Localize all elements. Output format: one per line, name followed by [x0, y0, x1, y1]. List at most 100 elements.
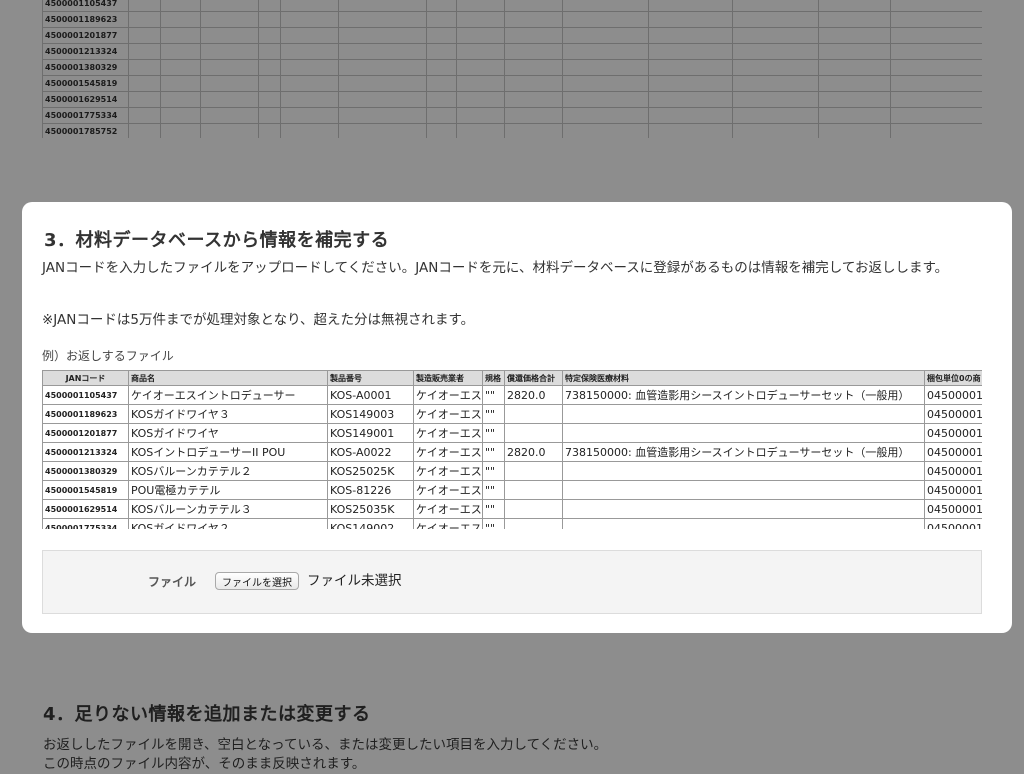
- file-label: ファイル: [148, 575, 197, 589]
- background-empty-cell: [128, 107, 161, 124]
- background-empty-cell: [200, 0, 259, 12]
- table-cell: "": [482, 480, 505, 500]
- background-empty-cell: [456, 27, 505, 44]
- background-jan-cell: 4500001785752: [42, 123, 129, 138]
- background-jan-cell: 4500001213324: [42, 43, 129, 60]
- background-jan-cell: 4500001189623: [42, 11, 129, 28]
- background-empty-cell: [456, 11, 505, 28]
- table-cell: KOS149001: [327, 423, 414, 443]
- background-empty-cell: [562, 75, 649, 92]
- table-cell: ケイオーエスイントロデューサー: [128, 385, 328, 405]
- table-cell: 4500001380329: [42, 461, 129, 481]
- background-empty-cell: [426, 123, 457, 138]
- background-empty-cell: [280, 59, 339, 76]
- background-empty-cell: [890, 11, 982, 28]
- table-cell: [562, 518, 925, 529]
- background-empty-cell: [160, 91, 201, 108]
- background-empty-cell: [258, 123, 281, 138]
- background-empty-cell: [456, 75, 505, 92]
- table-cell: KOS-A0001: [327, 385, 414, 405]
- background-empty-cell: [562, 123, 649, 138]
- background-empty-cell: [280, 27, 339, 44]
- background-empty-cell: [200, 43, 259, 60]
- table-row: 4500001189623 KOSガイドワイヤ３ KOS149003 ケイオーエス ""…: [42, 404, 982, 424]
- background-jan-table: 4500001105437 4500001189623 4500001201877 4…: [42, 0, 982, 138]
- background-empty-cell: [890, 27, 982, 44]
- table-cell: 0450000154: [924, 480, 982, 500]
- table-cell: [504, 499, 563, 519]
- table-cell: 0450000120: [924, 423, 982, 443]
- background-empty-cell: [504, 91, 563, 108]
- table-cell: 2820.0: [504, 442, 563, 462]
- background-empty-cell: [732, 27, 819, 44]
- background-empty-cell: [562, 0, 649, 12]
- file-upload-area: ファイル ファイルを選択 ファイル未選択: [42, 550, 982, 614]
- background-empty-cell: [426, 0, 457, 12]
- background-empty-cell: [338, 0, 427, 12]
- example-label: 例）お返しするファイル: [42, 349, 174, 363]
- table-row: 4500001380329 KOSバルーンカテテル２ KOS25025K ケイオーエス…: [42, 461, 982, 481]
- background-empty-cell: [648, 59, 733, 76]
- background-empty-cell: [280, 43, 339, 60]
- background-empty-cell: [258, 0, 281, 12]
- table-row: 4500001105437 ケイオーエスイントロデューサー KOS-A0001 ケイオ…: [42, 385, 982, 405]
- column-header: 規格: [482, 370, 505, 386]
- background-empty-cell: [258, 11, 281, 28]
- background-empty-cell: [426, 11, 457, 28]
- background-empty-cell: [160, 123, 201, 138]
- example-table-viewport[interactable]: JANコード 商品名 製品番号 製造販売業者 規格 償還価格合計 特定保険医療材…: [42, 370, 982, 529]
- section-4-line-1: お返ししたファイルを開き、空白となっている、または変更したい項目を入力してくださ…: [43, 737, 608, 753]
- background-empty-cell: [562, 43, 649, 60]
- background-empty-cell: [160, 11, 201, 28]
- background-empty-cell: [504, 123, 563, 138]
- step-3-description: JANコードを入力したファイルをアップロードしてください。JANコードを元に、材…: [42, 260, 949, 276]
- background-empty-cell: [200, 123, 259, 138]
- table-cell: 4500001189623: [42, 404, 129, 424]
- background-empty-cell: [456, 59, 505, 76]
- background-empty-cell: [338, 11, 427, 28]
- background-empty-cell: [128, 59, 161, 76]
- table-cell: KOS149003: [327, 404, 414, 424]
- table-cell: 4500001201877: [42, 423, 129, 443]
- background-empty-cell: [128, 0, 161, 12]
- table-cell: [562, 423, 925, 443]
- background-empty-cell: [338, 91, 427, 108]
- background-empty-cell: [338, 107, 427, 124]
- background-empty-cell: [890, 43, 982, 60]
- table-cell: "": [482, 385, 505, 405]
- background-empty-cell: [562, 11, 649, 28]
- background-empty-cell: [890, 59, 982, 76]
- table-cell: 0450000177: [924, 518, 982, 529]
- background-empty-cell: [890, 123, 982, 138]
- table-cell: KOS25035K: [327, 499, 414, 519]
- background-empty-cell: [504, 0, 563, 12]
- background-empty-cell: [648, 75, 733, 92]
- background-empty-cell: [128, 27, 161, 44]
- background-jan-cell: 4500001105437: [42, 0, 129, 12]
- example-table: JANコード 商品名 製品番号 製造販売業者 規格 償還価格合計 特定保険医療材…: [42, 370, 982, 529]
- table-cell: "": [482, 461, 505, 481]
- background-empty-cell: [732, 75, 819, 92]
- table-cell: ケイオーエス: [413, 499, 483, 519]
- background-empty-cell: [890, 91, 982, 108]
- table-cell: 0450000118: [924, 404, 982, 424]
- background-empty-cell: [648, 107, 733, 124]
- choose-file-button[interactable]: ファイルを選択: [215, 572, 299, 590]
- background-empty-cell: [200, 59, 259, 76]
- table-cell: 0450000162: [924, 499, 982, 519]
- column-header: 梱包単位0の商: [924, 370, 982, 386]
- table-cell: ケイオーエス: [413, 518, 483, 529]
- background-empty-cell: [562, 59, 649, 76]
- table-row: 4500001213324 KOSイントロデューサーII POU KOS-A0022…: [42, 442, 982, 462]
- background-empty-cell: [732, 123, 819, 138]
- column-header: 特定保険医療材料: [562, 370, 925, 386]
- table-cell: 4500001213324: [42, 442, 129, 462]
- background-empty-cell: [200, 107, 259, 124]
- background-empty-cell: [426, 27, 457, 44]
- background-empty-cell: [258, 27, 281, 44]
- background-jan-cell: 4500001545819: [42, 75, 129, 92]
- step-3-title: 3．材料データベースから情報を補完する: [44, 230, 390, 251]
- background-empty-cell: [456, 0, 505, 12]
- background-empty-cell: [258, 107, 281, 124]
- background-jan-cell: 4500001380329: [42, 59, 129, 76]
